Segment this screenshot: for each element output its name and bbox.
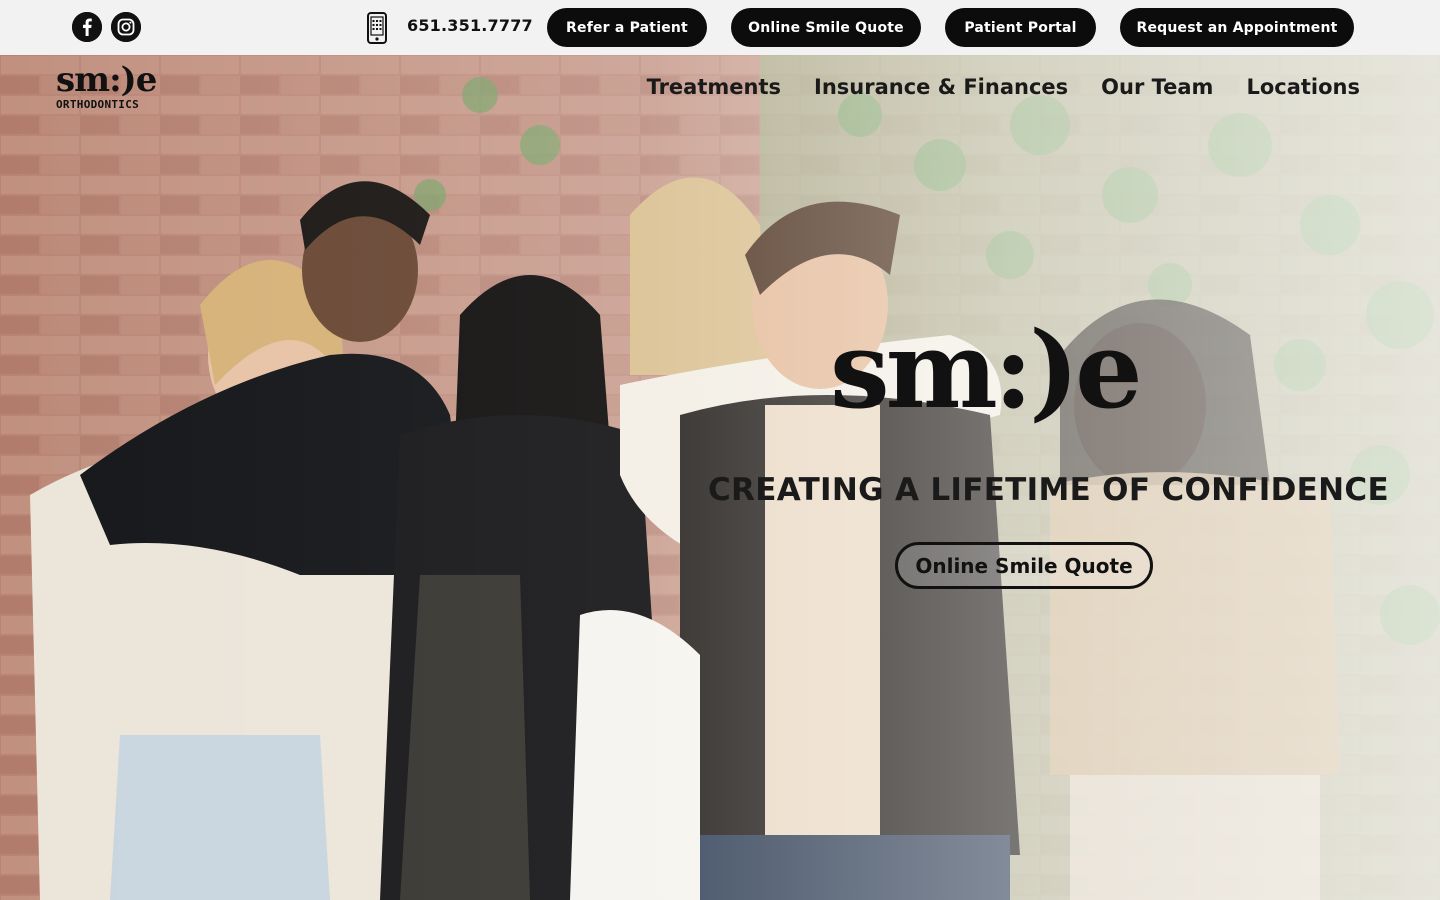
utility-bar: 651.351.7777 Refer a Patient Online Smil…	[0, 0, 1440, 55]
nav-item-locations[interactable]: Locations	[1246, 75, 1360, 99]
facebook-icon[interactable]	[72, 12, 102, 42]
hero-brand-logo: sm:)e	[830, 310, 1220, 430]
main-nav: Treatments Insurance & Finances Our Team…	[647, 75, 1360, 99]
instagram-icon[interactable]	[111, 12, 141, 42]
phone-number-link[interactable]: 651.351.7777	[407, 16, 533, 35]
hero-online-smile-quote-button[interactable]: Online Smile Quote	[895, 542, 1153, 589]
online-smile-quote-button[interactable]: Online Smile Quote	[731, 8, 921, 47]
request-appointment-button[interactable]: Request an Appointment	[1120, 8, 1354, 47]
patient-portal-button[interactable]: Patient Portal	[945, 8, 1096, 47]
nav-item-insurance-finances[interactable]: Insurance & Finances	[814, 75, 1068, 99]
hero-tagline: CREATING A LIFETIME OF CONFIDENCE	[708, 472, 1389, 508]
mobile-phone-icon	[367, 12, 387, 44]
refer-patient-button[interactable]: Refer a Patient	[547, 8, 707, 47]
hero-brand-wordmark: sm:)e	[830, 307, 1143, 432]
nav-item-our-team[interactable]: Our Team	[1101, 75, 1213, 99]
site-logo[interactable]: sm:)e ORTHODONTICS	[56, 63, 172, 111]
logo-wordmark: sm:)e	[56, 60, 157, 100]
hero-section: sm:)e ORTHODONTICS Treatments Insurance …	[0, 55, 1440, 900]
nav-item-treatments[interactable]: Treatments	[647, 75, 781, 99]
